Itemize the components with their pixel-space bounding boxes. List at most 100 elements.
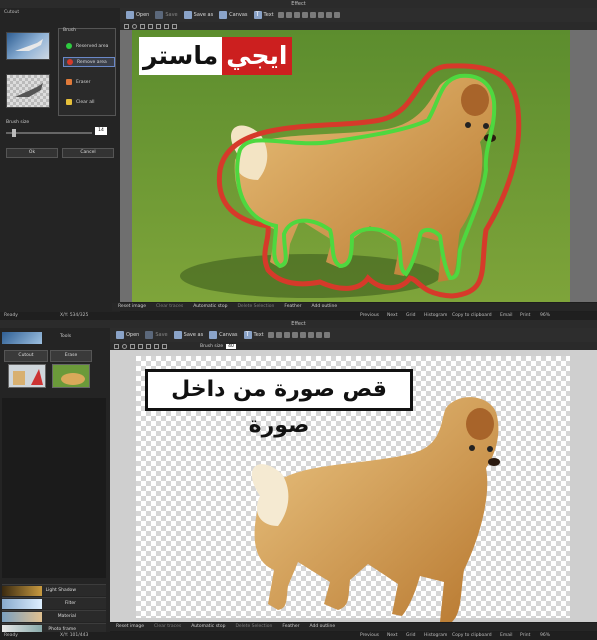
save-icon bbox=[145, 331, 154, 339]
save-as-button[interactable]: Save as bbox=[172, 330, 206, 341]
delete-selection-button[interactable]: Delete Selection bbox=[235, 623, 272, 631]
print-button[interactable]: Print bbox=[520, 312, 530, 320]
cancel-button[interactable]: Cancel bbox=[62, 148, 114, 158]
brush-size-input[interactable]: 14 bbox=[95, 127, 107, 135]
filter-item[interactable]: Filter bbox=[2, 597, 106, 609]
folder-icon bbox=[126, 11, 134, 19]
add-outline-button[interactable]: Add outline bbox=[312, 303, 338, 311]
brush-size-label: Brush size bbox=[6, 120, 30, 125]
canvas-button[interactable]: Canvas bbox=[217, 10, 249, 21]
text-button[interactable]: T Text bbox=[242, 330, 266, 341]
brush-size-input[interactable]: 40 bbox=[226, 343, 236, 349]
sharpen-icon[interactable] bbox=[299, 332, 306, 338]
status-coords: X/Y: 534/325 bbox=[60, 313, 89, 318]
ellipse-select-icon[interactable] bbox=[132, 23, 137, 29]
canvas-icon bbox=[209, 331, 218, 339]
rect-select-icon[interactable] bbox=[114, 343, 119, 349]
erase-option-thumb[interactable] bbox=[52, 364, 90, 388]
open-button[interactable]: Open bbox=[114, 330, 141, 341]
lasso-icon[interactable] bbox=[130, 343, 135, 349]
lasso-icon[interactable] bbox=[140, 23, 145, 29]
open-button[interactable]: Open bbox=[124, 10, 151, 21]
rect-select-icon[interactable] bbox=[124, 23, 129, 29]
save-as-button[interactable]: Save as bbox=[182, 10, 216, 21]
material-item[interactable]: Material bbox=[2, 610, 106, 622]
clear-traces-button[interactable]: Clear traces bbox=[154, 623, 181, 631]
fullscreen-icon[interactable] bbox=[317, 12, 324, 18]
source-thumbnail[interactable] bbox=[6, 32, 50, 60]
add-outline-button[interactable]: Add outline bbox=[310, 623, 336, 631]
result-thumbnail[interactable] bbox=[6, 74, 50, 108]
grid-button[interactable]: Grid bbox=[406, 632, 415, 640]
brush-group: Brush Reserved area Remove area Eraser C… bbox=[58, 28, 116, 116]
zoom-in-icon[interactable] bbox=[315, 332, 322, 338]
print-icon[interactable] bbox=[267, 332, 274, 338]
delete-selection-button[interactable]: Delete Selection bbox=[237, 303, 274, 311]
folder-icon bbox=[116, 331, 124, 339]
brush-size-slider[interactable] bbox=[6, 129, 92, 137]
ok-button[interactable]: Ok bbox=[6, 148, 58, 158]
reset-image-button[interactable]: Reset image bbox=[116, 623, 144, 631]
print-button[interactable]: Print bbox=[520, 632, 530, 640]
save-icon bbox=[155, 11, 164, 19]
magic-wand-icon[interactable] bbox=[164, 23, 169, 29]
tab-cutout[interactable]: Cutout bbox=[4, 350, 48, 362]
fullscreen-icon[interactable] bbox=[307, 332, 314, 338]
crop-icon[interactable] bbox=[275, 332, 282, 338]
save-button[interactable]: Save bbox=[143, 330, 169, 341]
slider-handle[interactable] bbox=[12, 129, 16, 137]
ellipse-select-icon[interactable] bbox=[122, 343, 127, 349]
redo-icon[interactable] bbox=[291, 332, 298, 338]
zoom-out-icon[interactable] bbox=[333, 12, 340, 18]
magic-wand-icon[interactable] bbox=[154, 343, 159, 349]
brush-select-icon[interactable] bbox=[156, 23, 161, 29]
eraser-icon bbox=[66, 79, 72, 85]
undo-icon[interactable] bbox=[283, 332, 290, 338]
move-icon[interactable] bbox=[172, 23, 177, 29]
canvas-button[interactable]: Canvas bbox=[207, 330, 239, 341]
previous-button[interactable]: Previous bbox=[360, 312, 379, 320]
sharpen-icon[interactable] bbox=[309, 12, 316, 18]
copy-clipboard-button[interactable]: Copy to clipboard bbox=[452, 312, 492, 320]
zoom-in-icon[interactable] bbox=[325, 12, 332, 18]
histogram-button[interactable]: Histogram bbox=[424, 632, 447, 640]
next-button[interactable]: Next bbox=[387, 312, 397, 320]
next-button[interactable]: Next bbox=[387, 632, 397, 640]
automatic-stop-button[interactable]: Automatic stop bbox=[193, 303, 227, 311]
zoom-level[interactable]: 96% bbox=[540, 632, 550, 640]
reserved-area-option[interactable]: Reserved area bbox=[63, 41, 115, 51]
grid-button[interactable]: Grid bbox=[406, 312, 415, 320]
brush-select-icon[interactable] bbox=[146, 343, 151, 349]
clear-all-option[interactable]: Clear all bbox=[63, 97, 115, 107]
light-shadow-thumb bbox=[2, 586, 42, 596]
histogram-button[interactable]: Histogram bbox=[424, 312, 447, 320]
text-button[interactable]: T Text bbox=[252, 10, 276, 21]
status-bar: Ready X/Y: 534/325 Previous Next Grid Hi… bbox=[0, 312, 597, 320]
eraser-option[interactable]: Eraser bbox=[63, 77, 115, 87]
reset-image-button[interactable]: Reset image bbox=[118, 303, 146, 311]
remove-area-option[interactable]: Remove area bbox=[63, 57, 115, 67]
previous-button[interactable]: Previous bbox=[360, 632, 379, 640]
email-button[interactable]: Email bbox=[500, 632, 513, 640]
move-icon[interactable] bbox=[162, 343, 167, 349]
zoom-level[interactable]: 96% bbox=[540, 312, 550, 320]
zoom-out-icon[interactable] bbox=[323, 332, 330, 338]
red-dot-icon bbox=[67, 59, 73, 65]
print-icon[interactable] bbox=[277, 12, 284, 18]
copy-clipboard-button[interactable]: Copy to clipboard bbox=[452, 632, 492, 640]
clear-traces-button[interactable]: Clear traces bbox=[156, 303, 183, 311]
tab-erase[interactable]: Erase bbox=[50, 350, 92, 362]
light-shadow-item[interactable]: Light Shadow bbox=[2, 584, 106, 596]
cutout-option-thumb[interactable] bbox=[8, 364, 46, 388]
polygon-icon[interactable] bbox=[138, 343, 143, 349]
polygon-icon[interactable] bbox=[148, 23, 153, 29]
feather-button[interactable]: Feather bbox=[284, 303, 301, 311]
undo-icon[interactable] bbox=[293, 12, 300, 18]
editor-cutout-screen: Effect Open Save Save as Canvas T Text Cu… bbox=[0, 0, 597, 320]
automatic-stop-button[interactable]: Automatic stop bbox=[191, 623, 225, 631]
email-button[interactable]: Email bbox=[500, 312, 513, 320]
feather-button[interactable]: Feather bbox=[282, 623, 299, 631]
save-button[interactable]: Save bbox=[153, 10, 179, 21]
crop-icon[interactable] bbox=[285, 12, 292, 18]
redo-icon[interactable] bbox=[301, 12, 308, 18]
